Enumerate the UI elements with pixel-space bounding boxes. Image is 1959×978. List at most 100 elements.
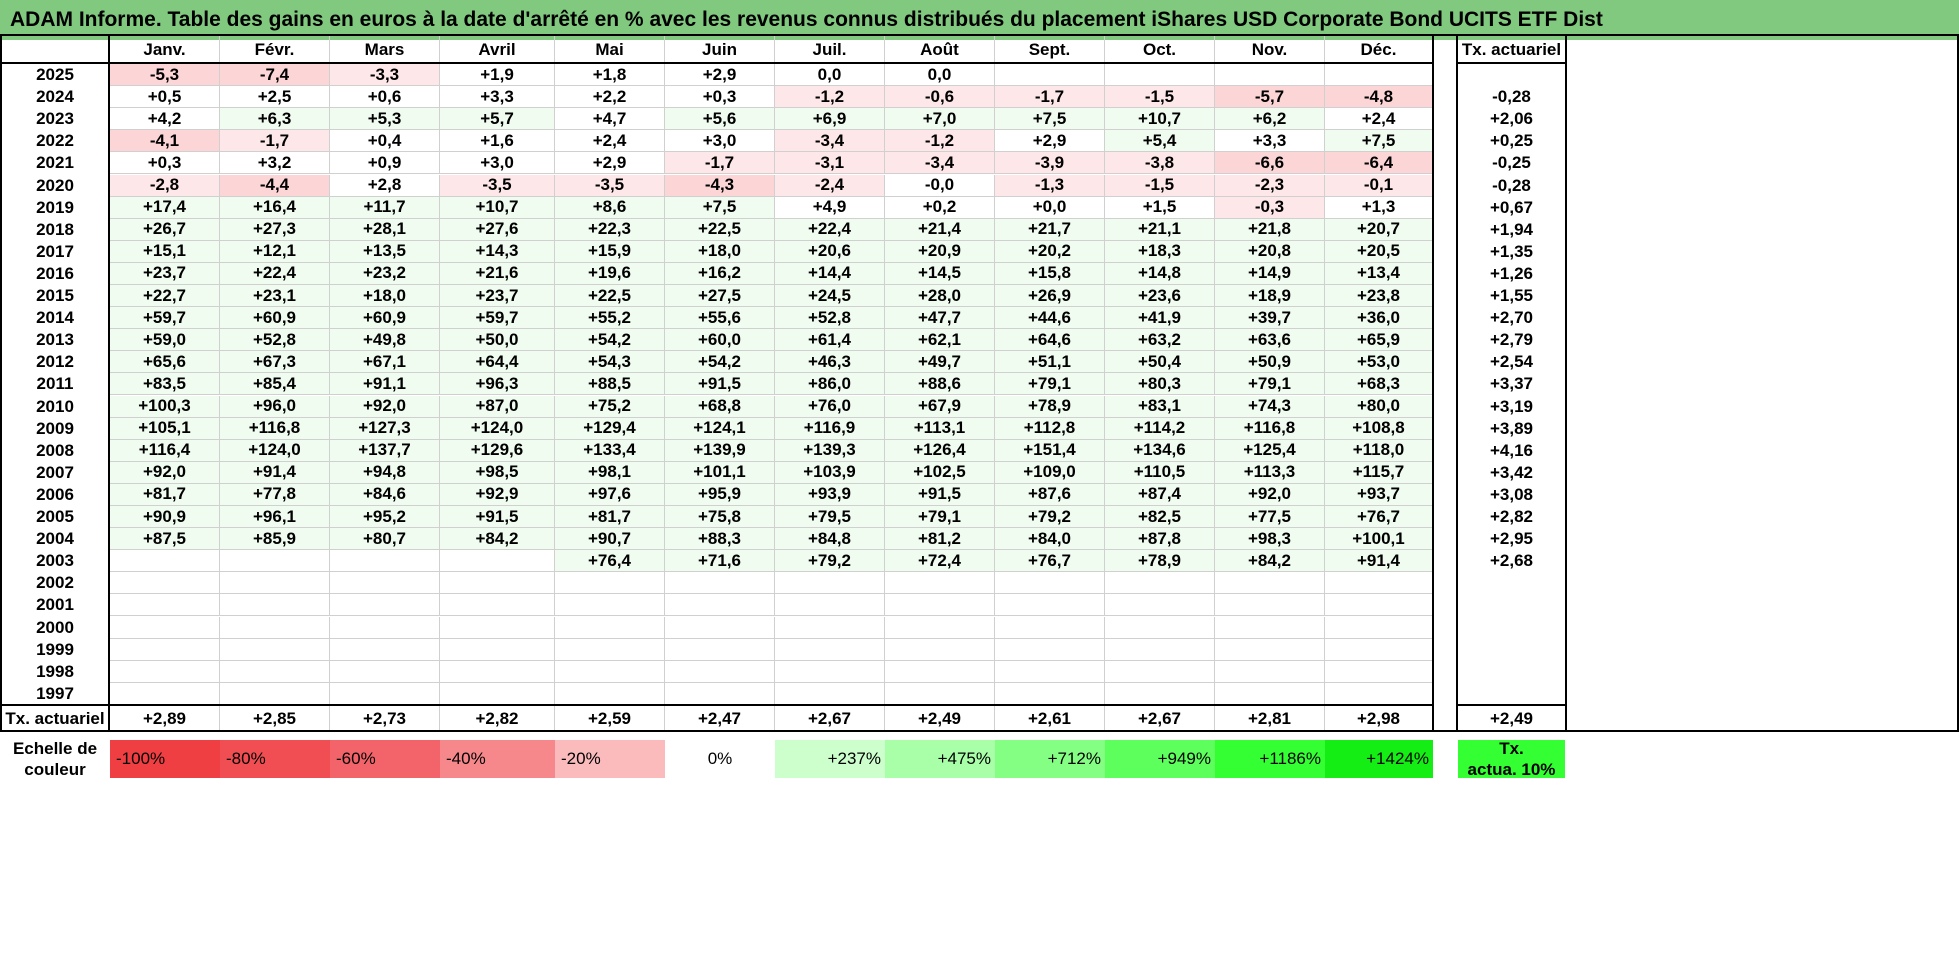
table-cell: +0,3 (110, 152, 220, 175)
month-header: Sept. (995, 36, 1105, 64)
month-header: Oct. (1105, 36, 1215, 64)
table-cell: +76,4 (555, 550, 665, 573)
table-cell (110, 550, 220, 573)
table-cell: +92,0 (1215, 483, 1325, 506)
year-label: 2008 (36, 440, 74, 460)
table-cell: +91,1 (330, 373, 440, 396)
table-cell: +46,3 (775, 351, 885, 374)
table-cell: +96,1 (220, 506, 330, 529)
table-cell: +49,8 (330, 329, 440, 352)
table-cell: -4,4 (220, 174, 330, 197)
table-cell: +75,8 (665, 506, 775, 529)
table-cell: +83,1 (1105, 395, 1215, 418)
table-cell: +83,5 (110, 373, 220, 396)
table-cell: +134,6 (1105, 439, 1215, 462)
row-tx-actuariel: +2,70 (1489, 308, 1533, 328)
table-cell (665, 660, 775, 683)
table-cell: +92,9 (440, 483, 555, 506)
table-cell: +2,4 (1325, 108, 1433, 131)
row-tx-actuariel: +0,67 (1489, 197, 1533, 217)
scale-swatch: 0% (665, 740, 775, 778)
table-cell: +21,6 (440, 262, 555, 285)
table-cell: +124,0 (220, 439, 330, 462)
table-cell: +41,9 (1105, 307, 1215, 330)
table-cell: +108,8 (1325, 417, 1433, 440)
table-cell: -6,4 (1325, 152, 1433, 175)
table-cell: +91,4 (220, 461, 330, 484)
table-cell: +81,7 (555, 506, 665, 529)
table-cell: +77,5 (1215, 506, 1325, 529)
year-label: 2003 (36, 551, 74, 571)
table-cell: +11,7 (330, 196, 440, 219)
table-cell (440, 682, 555, 705)
table-cell: +60,0 (665, 329, 775, 352)
table-cell: +7,5 (665, 196, 775, 219)
year-label: 2010 (36, 396, 74, 416)
table-cell: +1,9 (440, 64, 555, 87)
table-cell: +0,0 (995, 196, 1105, 219)
table-cell: +68,8 (665, 395, 775, 418)
table-cell: +95,2 (330, 506, 440, 529)
table-cell: +112,8 (995, 417, 1105, 440)
table-cell (330, 638, 440, 661)
table-cell: +28,1 (330, 218, 440, 241)
table-cell: +14,5 (885, 262, 995, 285)
table-cell: +50,0 (440, 329, 555, 352)
table-cell (775, 660, 885, 683)
table-cell (555, 594, 665, 617)
table-cell: -3,5 (555, 174, 665, 197)
footer-rule (0, 704, 1434, 706)
table-cell (1325, 64, 1433, 87)
row-tx-actuariel: +1,35 (1489, 241, 1533, 261)
table-cell: +22,3 (555, 218, 665, 241)
table-cell: +27,3 (220, 218, 330, 241)
table-cell: +64,6 (995, 329, 1105, 352)
table-cell (1215, 660, 1325, 683)
table-cell (220, 594, 330, 617)
table-cell: +100,3 (110, 395, 220, 418)
footer-cell: +2,47 (665, 706, 775, 732)
table-cell (1105, 64, 1215, 87)
table-cell (330, 682, 440, 705)
table-cell (775, 638, 885, 661)
table-cell (440, 660, 555, 683)
year-label: 2004 (36, 529, 74, 549)
table-cell: +54,2 (555, 329, 665, 352)
table-cell: +50,9 (1215, 351, 1325, 374)
table-cell: -0,0 (885, 174, 995, 197)
table-cell: +84,2 (1215, 550, 1325, 573)
table-cell: +92,0 (330, 395, 440, 418)
month-header: Mai (555, 36, 665, 64)
row-tx-actuariel (1458, 683, 1565, 705)
table-cell: -3,5 (440, 174, 555, 197)
table-cell: +20,2 (995, 240, 1105, 263)
row-tx-actuariel (1458, 639, 1565, 661)
year-label: 2018 (36, 219, 74, 239)
footer-cell: +2,61 (995, 706, 1105, 732)
table-cell: -4,1 (110, 130, 220, 153)
table-cell: +16,2 (665, 262, 775, 285)
table-cell (110, 638, 220, 661)
table-cell (665, 572, 775, 595)
table-cell: +125,4 (1215, 439, 1325, 462)
row-tx-actuariel: +3,42 (1489, 462, 1533, 482)
scale-tx-line1: Tx. (1499, 740, 1524, 758)
scale-swatch: -100% (110, 740, 220, 778)
table-cell: +36,0 (1325, 307, 1433, 330)
table-cell: +22,7 (110, 285, 220, 308)
table-cell: +0,5 (110, 86, 220, 109)
scale-label-line1: Echelle de (12, 740, 98, 758)
table-cell: +18,0 (665, 240, 775, 263)
table-cell (555, 682, 665, 705)
table-cell: +64,4 (440, 351, 555, 374)
table-cell: -0,6 (885, 86, 995, 109)
table-cell: +59,0 (110, 329, 220, 352)
table-cell: +63,6 (1215, 329, 1325, 352)
row-tx-actuariel (1458, 617, 1565, 639)
table-cell: +116,4 (110, 439, 220, 462)
year-label: 2014 (36, 308, 74, 328)
table-cell: +53,0 (1325, 351, 1433, 374)
table-cell: +65,6 (110, 351, 220, 374)
footer-cell: +2,49 (885, 706, 995, 732)
table-cell: +14,9 (1215, 262, 1325, 285)
